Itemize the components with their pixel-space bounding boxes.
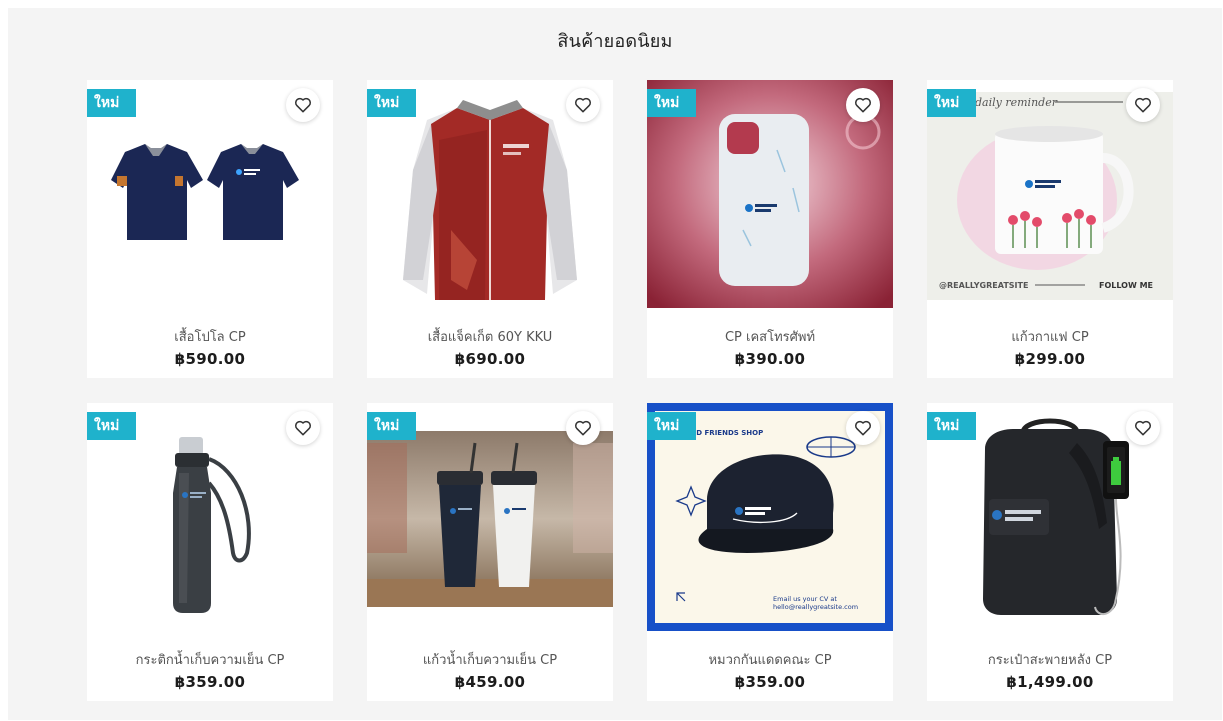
new-badge: ใหม่ (367, 412, 416, 440)
product-name[interactable]: เสื้อแจ็คเก็ต 60Y KKU (367, 326, 613, 347)
product-price: ฿1,499.00 (1006, 673, 1094, 691)
product-name[interactable]: หมวกกันแดดคณะ CP (647, 649, 893, 670)
product-price: ฿690.00 (454, 350, 526, 368)
mug-follow-text: FOLLOW ME (1099, 281, 1153, 290)
favorite-button[interactable] (566, 88, 600, 122)
mug-reminder-text: daily reminder (975, 96, 1058, 109)
heart-icon (1135, 420, 1151, 436)
heart-icon (575, 97, 591, 113)
product-card[interactable]: ใหม่ แก้วน้ำเก็บความเย็น CP ฿459.00 (367, 403, 613, 701)
product-price: ฿359.00 (734, 673, 806, 691)
favorite-button[interactable] (566, 411, 600, 445)
product-price: ฿390.00 (734, 350, 806, 368)
product-name[interactable]: แก้วน้ำเก็บความเย็น CP (367, 649, 613, 670)
cap-email-label: Email us your CV at (773, 595, 837, 603)
product-price: ฿590.00 (174, 350, 246, 368)
favorite-button[interactable] (286, 88, 320, 122)
heart-icon (295, 97, 311, 113)
new-badge: ใหม่ (927, 412, 976, 440)
product-price: ฿299.00 (1014, 350, 1086, 368)
product-card[interactable]: ใหม่ กระติกน้ำเก็บความเย็น CP ฿359.00 (87, 403, 333, 701)
product-card[interactable]: ใหม่ เสื้อแจ็คเก็ต 60Y KKU ฿690.00 (367, 80, 613, 378)
product-name[interactable]: แก้วกาแฟ CP (927, 326, 1173, 347)
heart-icon (295, 420, 311, 436)
new-badge: ใหม่ (87, 89, 136, 117)
heart-icon (855, 420, 871, 436)
heart-icon (1135, 97, 1151, 113)
product-card[interactable]: ใหม่ กระเป๋าสะพายหลัง CP ฿1,499.00 (927, 403, 1173, 701)
product-card[interactable]: AND FRIENDS SHOP Email us your CV at hel… (647, 403, 893, 701)
new-badge: ใหม่ (367, 89, 416, 117)
mug-site-text: @REALLYGREATSITE (939, 281, 1028, 290)
product-card[interactable]: ใหม่ เสื้อโปโล CP ฿590.00 (87, 80, 333, 378)
product-card[interactable]: daily reminder @REALLYGREATSITE FOLLOW M… (927, 80, 1173, 378)
product-name[interactable]: CP เคสโทรศัพท์ (647, 326, 893, 347)
cap-email-address: hello@reallygreatsite.com (773, 603, 858, 611)
favorite-button[interactable] (286, 411, 320, 445)
product-price: ฿459.00 (454, 673, 526, 691)
favorite-button[interactable] (846, 88, 880, 122)
new-badge: ใหม่ (87, 412, 136, 440)
favorite-button[interactable] (1126, 88, 1160, 122)
section-title: สินค้ายอดนิยม (557, 31, 673, 52)
heart-icon (855, 97, 871, 113)
new-badge: ใหม่ (647, 89, 696, 117)
new-badge: ใหม่ (647, 412, 696, 440)
product-name[interactable]: กระเป๋าสะพายหลัง CP (927, 649, 1173, 670)
product-name[interactable]: กระติกน้ำเก็บความเย็น CP (87, 649, 333, 670)
product-name[interactable]: เสื้อโปโล CP (87, 326, 333, 347)
new-badge: ใหม่ (927, 89, 976, 117)
popular-products-section: สินค้ายอดนิยม ใหม่ เสื้อโปโล CP ฿590.00 … (8, 8, 1222, 720)
favorite-button[interactable] (1126, 411, 1160, 445)
product-grid: ใหม่ เสื้อโปโล CP ฿590.00 ใหม่ เสื้อแจ็ค… (87, 80, 1173, 701)
product-price: ฿359.00 (174, 673, 246, 691)
heart-icon (575, 420, 591, 436)
favorite-button[interactable] (846, 411, 880, 445)
cap-shop-text: AND FRIENDS SHOP (685, 429, 763, 437)
product-card[interactable]: ใหม่ CP เคสโทรศัพท์ ฿390.00 (647, 80, 893, 378)
